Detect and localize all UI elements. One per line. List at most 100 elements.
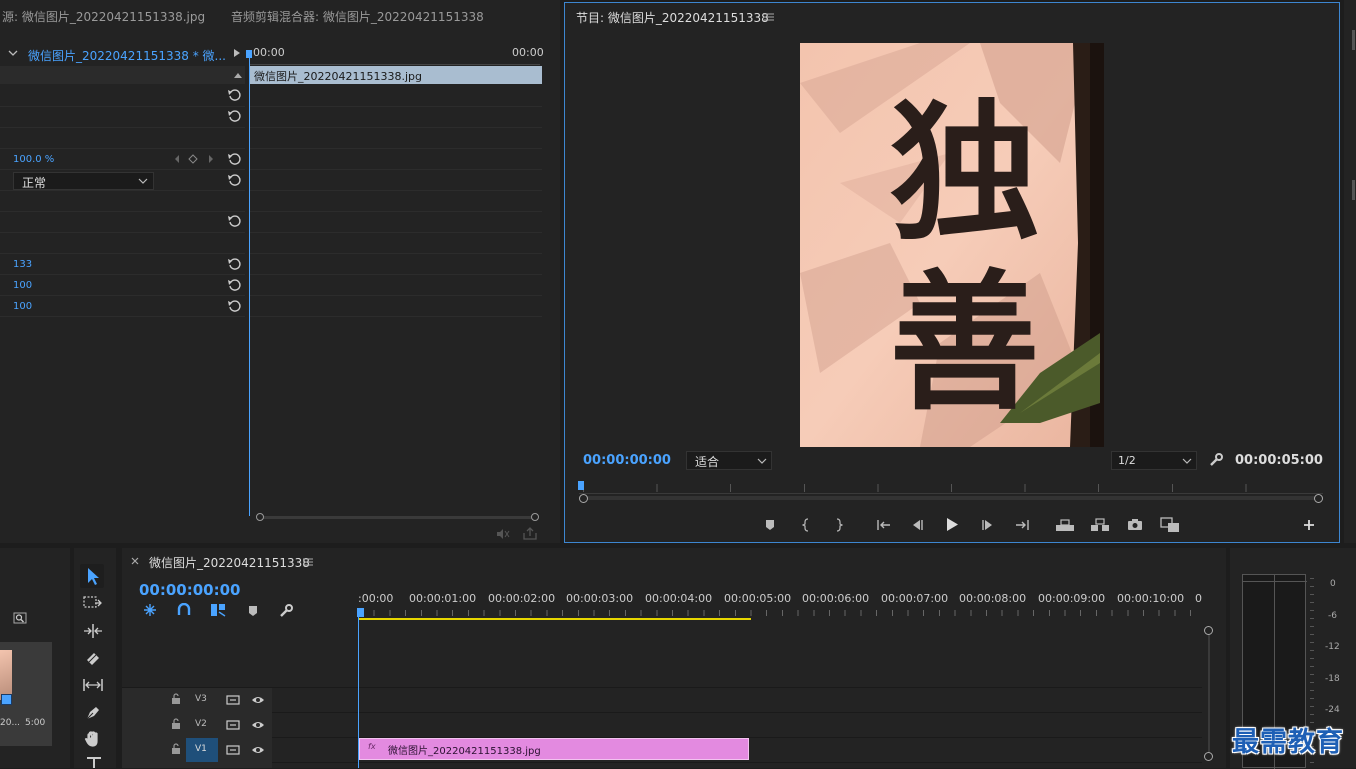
sync-lock-icon[interactable] [226, 694, 240, 706]
track-header-v1[interactable]: V1 [122, 738, 272, 762]
mark-out-icon[interactable] [833, 518, 843, 532]
timeline-ruler[interactable]: :00:00 00:00:01:00 00:00:02:00 00:00:03:… [357, 588, 1208, 622]
selection-tool-icon[interactable] [80, 564, 104, 588]
keyframe-nav-icon[interactable] [174, 154, 214, 164]
property-value-100-b[interactable]: 100 [13, 301, 32, 312]
sync-lock-icon[interactable] [226, 744, 240, 756]
video-frame[interactable]: 独善 [800, 43, 1104, 447]
track-label[interactable]: V3 [195, 694, 207, 704]
step-forward-icon[interactable] [981, 519, 995, 531]
export-icon[interactable] [523, 527, 537, 540]
compare-icon[interactable] [1160, 517, 1180, 533]
track-header-v2[interactable]: V2 [122, 713, 272, 737]
clip-header[interactable]: 微信图片_20220421151338 * 微... [0, 44, 245, 64]
zoom-scrollbar[interactable] [579, 496, 1323, 500]
slip-tool-icon[interactable] [82, 677, 104, 693]
timeline-timecode[interactable]: 00:00:00:00 [139, 581, 241, 599]
reset-icon[interactable] [227, 172, 241, 186]
reset-icon[interactable] [227, 277, 241, 291]
add-marker-icon[interactable] [764, 519, 776, 531]
wrench-icon[interactable] [1209, 453, 1223, 467]
ruler-ticks [358, 610, 1206, 616]
lock-icon[interactable] [171, 693, 181, 705]
tab-program[interactable]: 节目: 微信图片_20220421151338 [576, 9, 769, 26]
ruler-label: 00:00:04:00 [645, 592, 713, 605]
reset-icon[interactable] [227, 256, 241, 270]
tab-source[interactable]: 源: 微信图片_20220421151338.jpg [2, 8, 205, 25]
watermark-logo: 最需教育 [1232, 727, 1344, 758]
reset-icon[interactable] [227, 298, 241, 312]
close-tab-icon[interactable] [131, 557, 139, 565]
razor-tool-icon[interactable] [84, 650, 102, 666]
step-back-icon[interactable] [910, 519, 924, 531]
camera-icon[interactable] [1127, 518, 1143, 531]
program-timecode[interactable]: 00:00:00:00 [583, 453, 671, 468]
track-header-v3[interactable]: V3 [122, 688, 272, 712]
eye-icon[interactable] [251, 695, 265, 705]
track-select-tool-icon[interactable] [83, 596, 103, 610]
right-edge-scrollbar[interactable] [1344, 0, 1356, 543]
fit-select[interactable]: 适合 [686, 451, 772, 470]
thumbnail-duration: 5:00 [25, 718, 46, 728]
sync-lock-icon[interactable] [226, 719, 240, 731]
tab-timeline[interactable]: 微信图片_20220421151338 [149, 554, 310, 571]
type-tool-icon[interactable] [86, 756, 102, 768]
add-button-icon[interactable] [1303, 519, 1315, 531]
ruler-label: 00:00:08:00 [959, 592, 1027, 605]
timeline-clip[interactable]: fx 微信图片_20220421151338.jpg [359, 738, 749, 760]
eye-icon[interactable] [251, 745, 265, 755]
timeline-settings-icon[interactable] [279, 604, 293, 618]
work-area-bar[interactable] [358, 618, 751, 620]
blend-mode-select[interactable]: 正常 [13, 172, 154, 190]
pen-tool-icon[interactable] [84, 704, 102, 722]
nest-icon[interactable] [143, 603, 157, 617]
linked-selection-icon[interactable] [210, 603, 226, 617]
reset-icon[interactable] [227, 213, 241, 227]
reset-icon[interactable] [227, 87, 241, 101]
ruler-label: 00:00:10:00 [1117, 592, 1185, 605]
panel-menu-icon[interactable] [303, 558, 313, 566]
snap-icon[interactable] [177, 603, 191, 617]
ruler-label: 00:00:05:00 [724, 592, 792, 605]
lock-icon[interactable] [171, 743, 181, 755]
play-arrow-icon[interactable] [233, 48, 241, 58]
video-image: 独善 [800, 43, 1104, 447]
program-playhead[interactable] [578, 481, 584, 490]
go-to-in-icon[interactable] [876, 518, 892, 532]
reset-icon[interactable] [227, 151, 241, 165]
add-marker-icon[interactable] [247, 605, 259, 617]
reset-icon[interactable] [227, 108, 241, 122]
panel-menu-icon[interactable] [764, 13, 774, 21]
hand-tool-icon[interactable] [84, 730, 102, 748]
chevron-down-icon[interactable] [8, 48, 18, 58]
tab-audio-mixer[interactable]: 音频剪辑混合器: 微信图片_20220421151338 [231, 8, 484, 25]
effect-controls-panel: 源: 微信图片_20220421151338.jpg 音频剪辑混合器: 微信图片… [0, 0, 560, 543]
lock-icon[interactable] [171, 718, 181, 730]
track-label[interactable]: V2 [195, 719, 207, 729]
eye-icon[interactable] [251, 720, 265, 730]
mini-scrollbar[interactable] [256, 512, 539, 522]
search-icon[interactable] [13, 612, 27, 624]
property-value-100[interactable]: 100 [13, 280, 32, 291]
ripple-edit-tool-icon[interactable] [83, 623, 103, 639]
project-item-thumbnail[interactable]: 20... 5:00 [0, 642, 52, 746]
lift-icon[interactable] [1055, 518, 1075, 532]
ruler-label: 00:00:07:00 [881, 592, 949, 605]
property-value-133[interactable]: 133 [13, 259, 32, 270]
timeline-vertical-scroll[interactable] [1204, 626, 1214, 762]
clip-bar[interactable]: 微信图片_20220421151338.jpg [250, 66, 542, 84]
mark-in-icon[interactable] [802, 518, 812, 532]
extract-icon[interactable] [1090, 518, 1110, 532]
opacity-value[interactable]: 100.0 % [13, 154, 54, 165]
resolution-select[interactable]: 1/2 [1111, 451, 1197, 470]
timeline-playhead[interactable] [358, 616, 359, 768]
program-ruler[interactable] [578, 481, 1323, 503]
mini-timeline[interactable]: 00:00 00:00 微信图片_20220421151338.jpg [246, 44, 544, 516]
track-label[interactable]: V1 [195, 744, 207, 754]
mini-playhead[interactable] [249, 50, 250, 516]
play-icon[interactable] [945, 517, 959, 532]
go-to-out-icon[interactable] [1014, 518, 1030, 532]
mini-playhead-handle[interactable] [246, 50, 252, 58]
scroll-up-icon[interactable] [233, 71, 243, 79]
audio-icon[interactable] [496, 528, 510, 540]
